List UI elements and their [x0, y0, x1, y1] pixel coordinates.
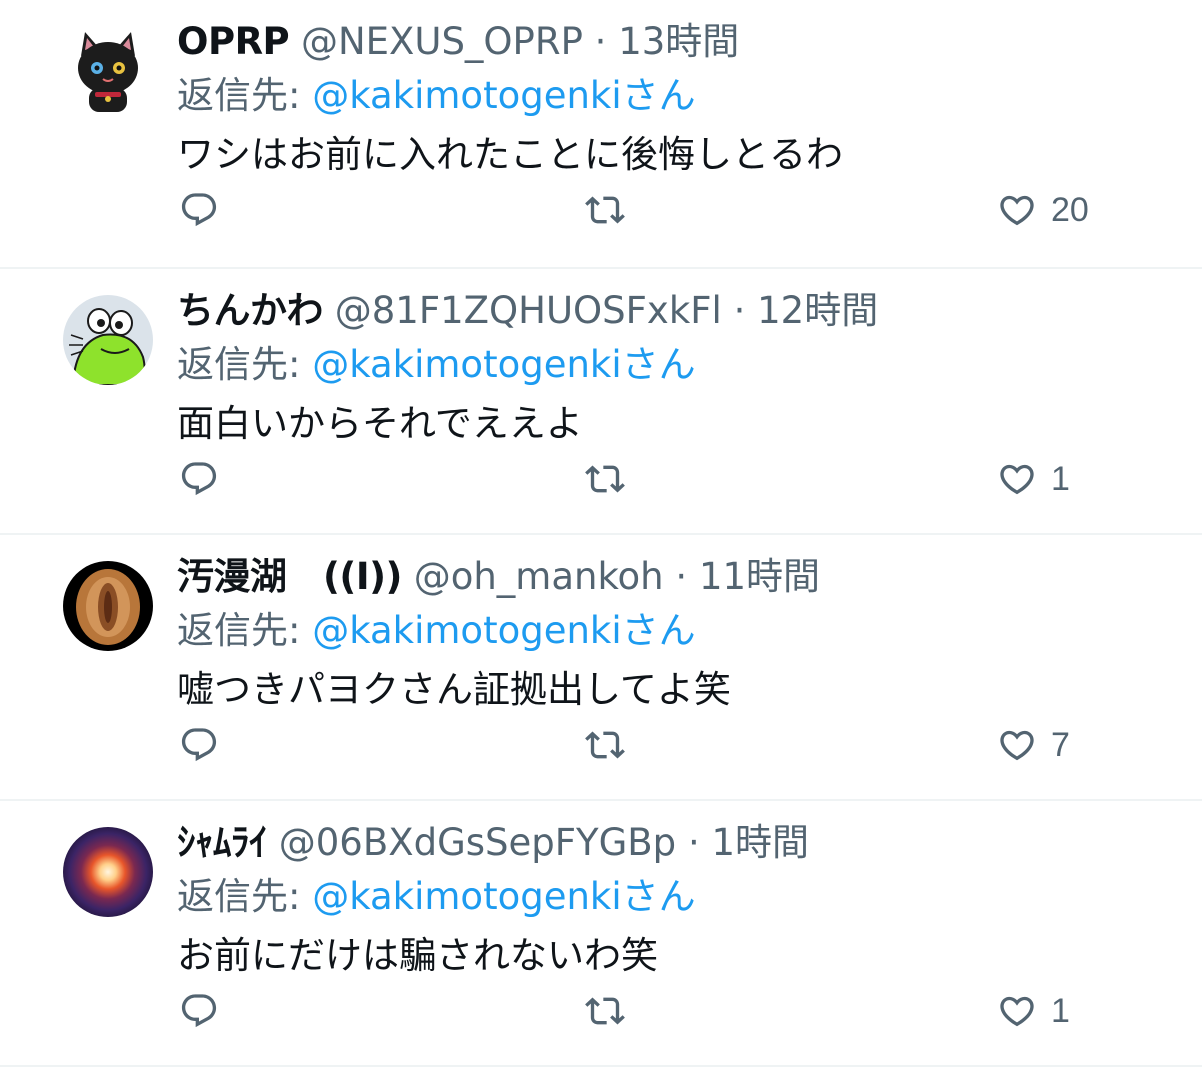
tweet-actions: 1 — [177, 455, 1177, 503]
reply-prefix: 返信先: — [177, 343, 301, 386]
user-handle[interactable]: @NEXUS_OPRP — [301, 20, 583, 63]
reply-icon — [181, 193, 217, 227]
sun-orb-avatar-icon — [63, 827, 153, 917]
retweet-button[interactable] — [585, 987, 625, 1035]
reply-to-link[interactable]: @kakimotogenkiさん — [312, 875, 695, 918]
tweet-text: ワシはお前に入れたことに後悔しとるわ — [177, 133, 843, 176]
green-frog-avatar-icon — [63, 295, 153, 385]
black-cat-avatar-icon — [63, 26, 153, 116]
heart-icon — [1000, 730, 1034, 761]
tweet-actions: 1 — [177, 987, 1177, 1035]
tweet-header: ｼｬﾑﾗｲ @06BXdGsSepFYGBp · 1時間 — [177, 819, 1182, 867]
tweet[interactable]: ちんかわ @81F1ZQHUOSFxkFl · 12時間 返信先: @kakim… — [0, 269, 1202, 535]
tweet-actions: 20 — [177, 186, 1177, 234]
like-count: 7 — [1051, 725, 1070, 764]
tweet-content: 汚漫湖 ((I)) @oh_mankoh · 11時間 返信先: @kakimo… — [177, 553, 1182, 719]
reply-timeline: OPRP @NEXUS_OPRP · 13時間 返信先: @kakimotoge… — [0, 0, 1202, 1067]
reply-icon — [181, 728, 217, 762]
user-handle[interactable]: @oh_mankoh — [414, 555, 664, 598]
retweet-icon — [585, 997, 625, 1025]
reply-prefix: 返信先: — [177, 875, 301, 918]
reply-button[interactable] — [179, 987, 219, 1035]
tweet-header: ちんかわ @81F1ZQHUOSFxkFl · 12時間 — [177, 287, 1182, 335]
tweet-actions: 7 — [177, 721, 1177, 769]
like-button[interactable]: 7 — [997, 721, 1070, 769]
timestamp[interactable]: 12時間 — [757, 289, 878, 332]
display-name[interactable]: OPRP — [177, 20, 290, 63]
user-handle[interactable]: @06BXdGsSepFYGBp — [279, 821, 676, 864]
reply-to-link[interactable]: @kakimotogenkiさん — [312, 343, 695, 386]
like-count: 1 — [1051, 991, 1070, 1030]
like-count: 20 — [1051, 190, 1089, 229]
reply-prefix: 返信先: — [177, 609, 301, 652]
tweet-text: 嘘つきパヨクさん証拠出してよ笑 — [177, 668, 731, 711]
tweet-content: ちんかわ @81F1ZQHUOSFxkFl · 12時間 返信先: @kakim… — [177, 287, 1182, 453]
retweet-button[interactable] — [585, 721, 625, 769]
retweet-icon — [585, 731, 625, 759]
like-button[interactable]: 1 — [997, 987, 1070, 1035]
heart-icon — [1000, 996, 1034, 1027]
heart-icon — [1000, 195, 1034, 226]
retweet-icon — [585, 465, 625, 493]
reply-context: 返信先: @kakimotogenkiさん — [177, 867, 1182, 927]
reply-button[interactable] — [179, 721, 219, 769]
tweet-content: ｼｬﾑﾗｲ @06BXdGsSepFYGBp · 1時間 返信先: @kakim… — [177, 819, 1182, 985]
display-name[interactable]: 汚漫湖 ((I)) — [177, 555, 402, 598]
timestamp[interactable]: 1時間 — [711, 821, 809, 864]
avatar[interactable] — [63, 561, 153, 651]
tweet-header: OPRP @NEXUS_OPRP · 13時間 — [177, 18, 1182, 66]
tweet-content: OPRP @NEXUS_OPRP · 13時間 返信先: @kakimotoge… — [177, 18, 1182, 184]
tweet-text: 面白いからそれでええよ — [177, 402, 583, 445]
tweet[interactable]: OPRP @NEXUS_OPRP · 13時間 返信先: @kakimotoge… — [0, 0, 1202, 269]
reply-to-link[interactable]: @kakimotogenkiさん — [312, 74, 695, 117]
reply-prefix: 返信先: — [177, 74, 301, 117]
retweet-button[interactable] — [585, 186, 625, 234]
photo-avatar-icon — [63, 561, 153, 651]
like-button[interactable]: 1 — [997, 455, 1070, 503]
like-button[interactable]: 20 — [997, 186, 1089, 234]
reply-button[interactable] — [179, 455, 219, 503]
avatar[interactable] — [63, 827, 153, 917]
avatar[interactable] — [63, 295, 153, 385]
separator-dot: · — [594, 20, 607, 63]
tweet[interactable]: ｼｬﾑﾗｲ @06BXdGsSepFYGBp · 1時間 返信先: @kakim… — [0, 801, 1202, 1067]
tweet[interactable]: 汚漫湖 ((I)) @oh_mankoh · 11時間 返信先: @kakimo… — [0, 535, 1202, 801]
timestamp[interactable]: 13時間 — [618, 20, 739, 63]
reply-to-link[interactable]: @kakimotogenkiさん — [312, 609, 695, 652]
tweet-header: 汚漫湖 ((I)) @oh_mankoh · 11時間 — [177, 553, 1182, 601]
reply-context: 返信先: @kakimotogenkiさん — [177, 66, 1182, 126]
display-name[interactable]: ｼｬﾑﾗｲ — [177, 821, 268, 864]
tweet-text: お前にだけは騙されないわ笑 — [177, 934, 658, 977]
heart-icon — [1000, 464, 1034, 495]
reply-icon — [181, 994, 217, 1028]
like-count: 1 — [1051, 459, 1070, 498]
timestamp[interactable]: 11時間 — [699, 555, 820, 598]
retweet-button[interactable] — [585, 455, 625, 503]
display-name[interactable]: ちんかわ — [177, 289, 324, 332]
user-handle[interactable]: @81F1ZQHUOSFxkFl — [335, 289, 722, 332]
avatar[interactable] — [63, 26, 153, 116]
reply-context: 返信先: @kakimotogenkiさん — [177, 601, 1182, 661]
reply-context: 返信先: @kakimotogenkiさん — [177, 335, 1182, 395]
retweet-icon — [585, 196, 625, 224]
separator-dot: · — [733, 289, 746, 332]
separator-dot: · — [687, 821, 700, 864]
reply-icon — [181, 462, 217, 496]
reply-button[interactable] — [179, 186, 219, 234]
separator-dot: · — [675, 555, 688, 598]
